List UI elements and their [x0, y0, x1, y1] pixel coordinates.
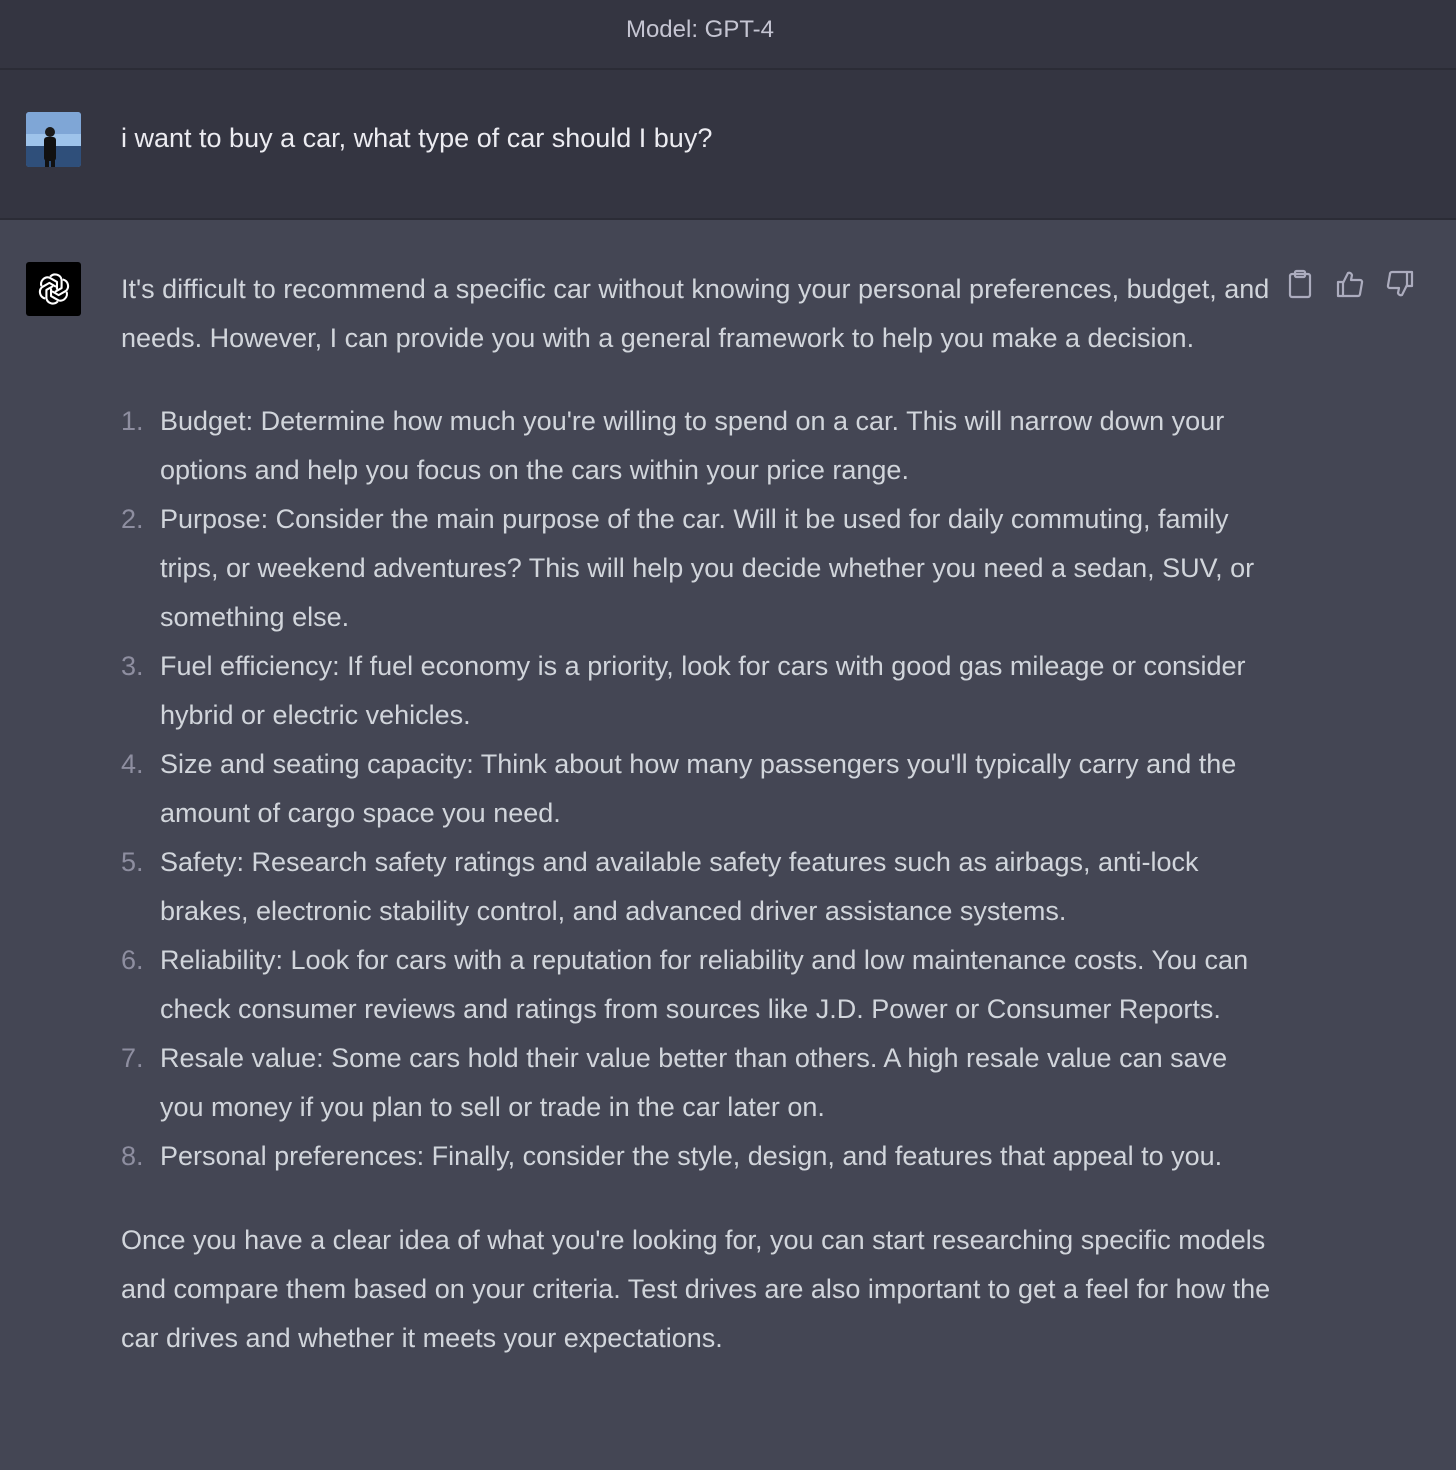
list-item: 2. Purpose: Consider the main purpose of …	[121, 495, 1271, 642]
user-avatar	[26, 112, 81, 167]
list-text: Personal preferences: Finally, consider …	[160, 1141, 1223, 1171]
thumbs-down-icon	[1386, 270, 1414, 297]
list-number: 7.	[121, 1043, 144, 1073]
list-text: Fuel efficiency: If fuel economy is a pr…	[160, 651, 1246, 730]
list-text: Safety: Research safety ratings and avai…	[160, 847, 1199, 926]
list-number: 8.	[121, 1141, 144, 1171]
copy-button[interactable]	[1284, 268, 1316, 300]
thumbs-up-button[interactable]	[1334, 268, 1366, 300]
list-number: 2.	[121, 504, 144, 534]
list-number: 3.	[121, 651, 144, 681]
assistant-intro: It's difficult to recommend a specific c…	[121, 274, 1270, 353]
list-number: 6.	[121, 945, 144, 975]
openai-logo-icon	[26, 262, 81, 316]
list-item: 3. Fuel efficiency: If fuel economy is a …	[121, 642, 1271, 740]
list-text: Budget: Determine how much you're willin…	[160, 406, 1225, 485]
assistant-outro: Once you have a clear idea of what you'r…	[121, 1225, 1271, 1353]
list-text: Size and seating capacity: Think about h…	[160, 749, 1237, 828]
list-number: 4.	[121, 749, 144, 779]
list-text: Resale value: Some cars hold their value…	[160, 1043, 1228, 1122]
list-number: 5.	[121, 847, 144, 877]
user-message-row: i want to buy a car, what type of car sh…	[0, 70, 1456, 220]
top-bar: Model: GPT-4	[0, 0, 1456, 70]
assistant-message-content: It's difficult to recommend a specific c…	[121, 265, 1271, 1363]
thumbs-up-icon	[1336, 271, 1364, 298]
list-item: 5. Safety: Research safety ratings and av…	[121, 838, 1271, 936]
message-actions	[1284, 268, 1416, 300]
assistant-message-row: It's difficult to recommend a specific c…	[0, 220, 1456, 1470]
list-item: 1. Budget: Determine how much you're will…	[121, 397, 1271, 495]
list-item: 8. Personal preferences: Finally, conside…	[121, 1132, 1271, 1181]
list-item: 7. Resale value: Some cars hold their val…	[121, 1034, 1271, 1132]
list-text: Reliability: Look for cars with a reputa…	[160, 945, 1249, 1024]
thumbs-down-button[interactable]	[1384, 268, 1416, 300]
list-number: 1.	[121, 406, 144, 436]
list-item: 6. Reliability: Look for cars with a repu…	[121, 936, 1271, 1034]
clipboard-icon	[1288, 269, 1312, 299]
user-message-text: i want to buy a car, what type of car sh…	[121, 123, 713, 153]
model-label: Model: GPT-4	[625, 16, 775, 43]
list-item: 4. Size and seating capacity: Think about…	[121, 740, 1271, 838]
recommendation-list: 1. Budget: Determine how much you're will…	[121, 397, 1271, 1181]
list-text: Purpose: Consider the main purpose of th…	[160, 504, 1255, 632]
